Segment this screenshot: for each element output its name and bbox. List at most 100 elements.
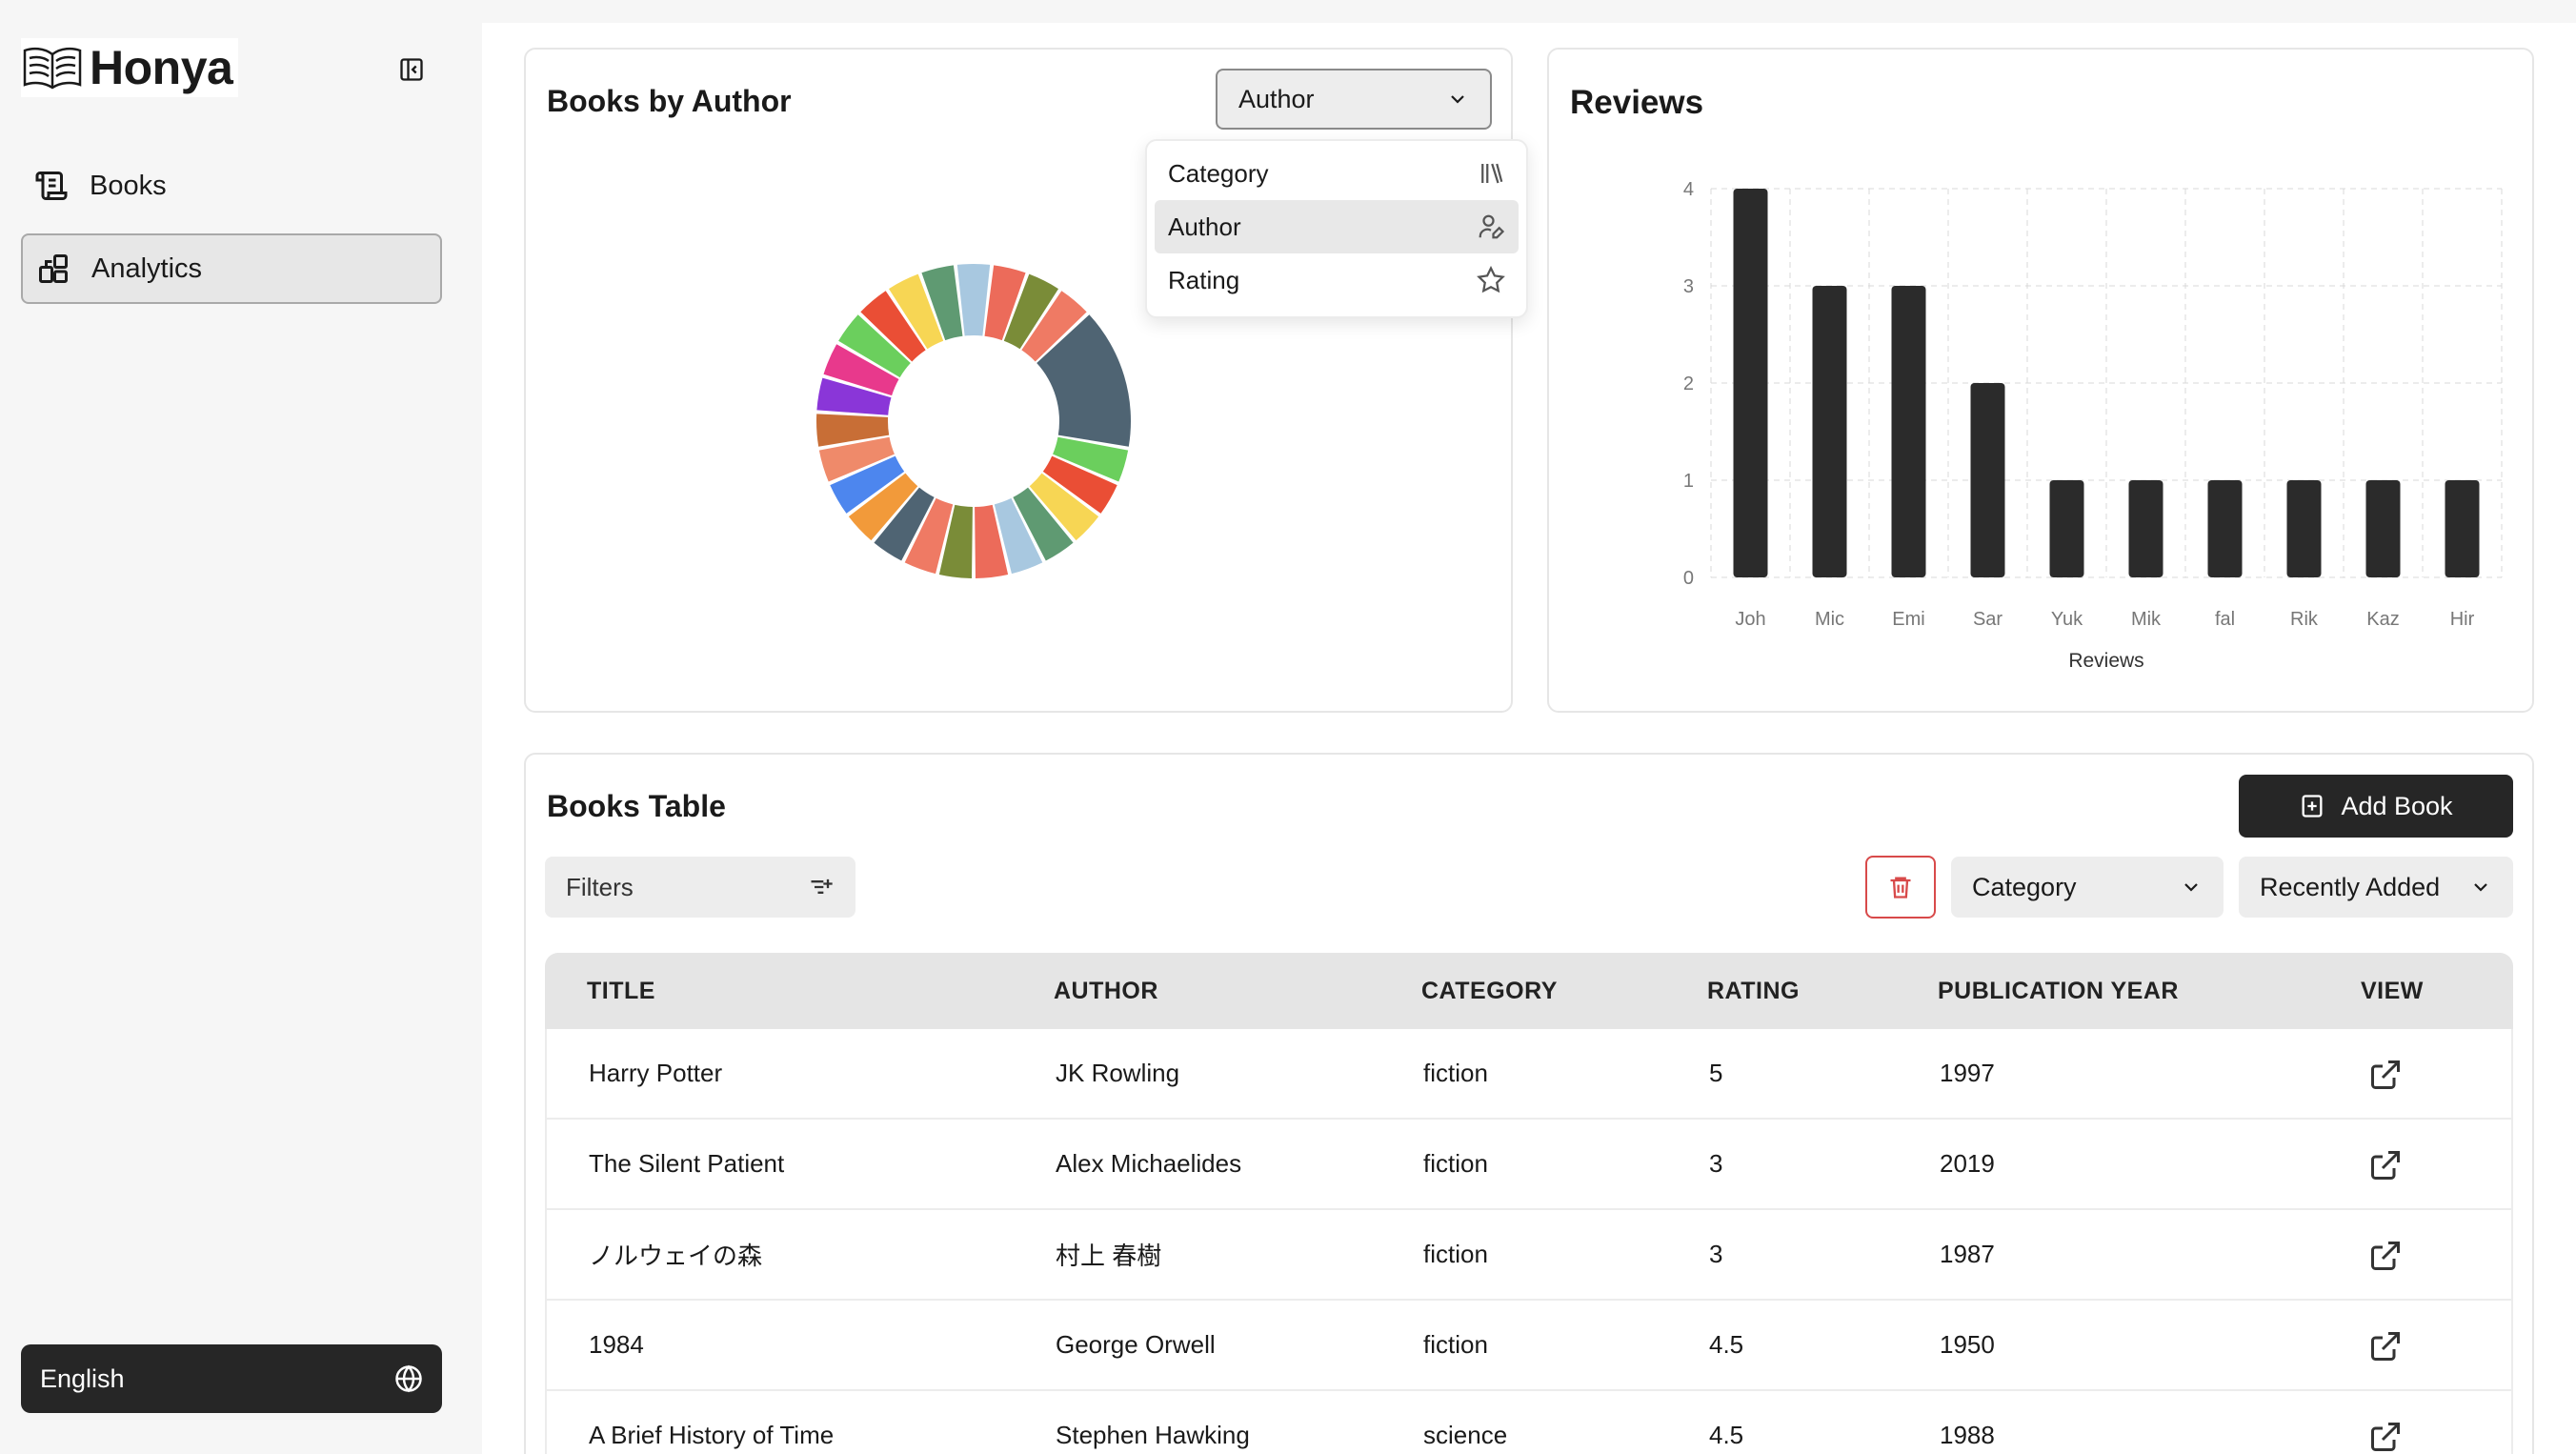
x-tick-label: Joh [1735, 609, 1765, 630]
delete-button[interactable] [1865, 856, 1936, 919]
select-value: Author [1238, 84, 1315, 113]
star-icon [1477, 266, 1505, 293]
cell-category: fiction [1423, 1240, 1488, 1268]
filters-label: Filters [566, 872, 634, 901]
cell-rating: 4.5 [1709, 1330, 1744, 1359]
filter-plus-icon [811, 878, 833, 894]
y-tick-label: 1 [1683, 471, 1694, 492]
trash-icon [1890, 877, 1911, 899]
cell-publication-year: 1997 [1940, 1059, 1995, 1087]
x-tick-label: Yuk [2051, 609, 2083, 630]
cell-category: fiction [1423, 1330, 1488, 1359]
user-pen-icon [1479, 214, 1505, 239]
sidebar-collapse-button[interactable] [395, 53, 428, 86]
bar[interactable] [2365, 480, 2401, 577]
cell-title: Harry Potter [589, 1059, 723, 1087]
donut-slice[interactable] [956, 264, 991, 336]
books-scroll-icon [35, 172, 68, 200]
sort-select[interactable]: Recently Added [2239, 857, 2513, 918]
option-label: Category [1168, 158, 1269, 188]
dropdown-option-category[interactable]: Category [1155, 147, 1519, 200]
external-link-icon[interactable] [2368, 1239, 2403, 1273]
table-row[interactable]: A Brief History of Time Stephen Hawking sc… [545, 1391, 2513, 1454]
cell-publication-year: 2019 [1940, 1149, 1995, 1178]
x-tick-label: Mic [1815, 609, 1844, 630]
bar[interactable] [2445, 480, 2480, 577]
column-header-rating[interactable]: RATING [1707, 978, 1800, 1005]
column-header-author[interactable]: AUTHOR [1054, 978, 1158, 1005]
option-label: Rating [1168, 265, 1240, 294]
cell-rating: 4.5 [1709, 1421, 1744, 1449]
table-row[interactable]: ノルウェイの森 村上 春樹 fiction 3 1987 [545, 1210, 2513, 1301]
chevron-down-icon [2474, 883, 2487, 892]
category-filter-select[interactable]: Category [1951, 857, 2224, 918]
language-label: English [40, 1363, 125, 1393]
add-book-label: Add Book [2341, 791, 2453, 820]
language-select[interactable]: English [21, 1344, 442, 1413]
cell-rating: 3 [1709, 1149, 1723, 1178]
external-link-icon[interactable] [2368, 1420, 2403, 1454]
open-book-icon [23, 47, 82, 90]
external-link-icon[interactable] [2368, 1148, 2403, 1182]
chevron-down-icon [1451, 95, 1464, 104]
external-link-icon[interactable] [2368, 1329, 2403, 1363]
cell-author: Alex Michaelides [1056, 1149, 1242, 1178]
cell-category: science [1423, 1421, 1508, 1449]
x-tick-label: fal [2215, 609, 2235, 630]
bar[interactable] [2207, 480, 2243, 577]
donut-chart [816, 264, 1131, 578]
x-tick-label: Sar [1973, 609, 2002, 630]
bar[interactable] [2286, 480, 2322, 577]
x-axis-title: Reviews [2068, 650, 2143, 672]
table-row[interactable]: 1984 George Orwell fiction 4.5 1950 [545, 1301, 2513, 1391]
column-header-category[interactable]: CATEGORY [1421, 978, 1558, 1005]
select-value: Recently Added [2260, 872, 2441, 901]
dropdown-option-rating[interactable]: Rating [1155, 253, 1519, 307]
sidebar-item-label: Analytics [91, 252, 203, 284]
table-row[interactable]: Harry Potter JK Rowling fiction 5 1997 [545, 1029, 2513, 1120]
card-title: Books by Author [547, 84, 792, 118]
app-logo[interactable]: Honya [21, 38, 239, 97]
globe-icon [395, 1364, 422, 1393]
bar[interactable] [1812, 286, 1847, 577]
books-table: TITLE AUTHOR CATEGORY RATING PUBLICATION… [545, 953, 2513, 1454]
bar[interactable] [1733, 189, 1768, 577]
group-by-dropdown: Category Author Rating [1145, 139, 1528, 318]
table-row[interactable]: The Silent Patient Alex Michaelides fictio… [545, 1120, 2513, 1210]
x-tick-label: Kaz [2366, 609, 2399, 630]
bar[interactable] [2049, 480, 2084, 577]
cell-publication-year: 1988 [1940, 1421, 1995, 1449]
y-tick-label: 2 [1683, 374, 1694, 394]
column-header-title[interactable]: TITLE [587, 978, 655, 1005]
cell-publication-year: 1950 [1940, 1330, 1995, 1359]
select-value: Category [1972, 872, 2077, 901]
cell-category: fiction [1423, 1149, 1488, 1178]
cell-author: Stephen Hawking [1056, 1421, 1250, 1449]
dropdown-option-author[interactable]: Author [1155, 200, 1519, 253]
filters-button[interactable]: Filters [545, 857, 855, 918]
bar[interactable] [1891, 286, 1926, 577]
add-book-button[interactable]: Add Book [2239, 775, 2513, 838]
group-by-select[interactable]: Author [1216, 69, 1492, 130]
top-strip [482, 0, 2576, 23]
external-link-icon[interactable] [2368, 1058, 2403, 1092]
sidebar-item-books[interactable]: Books [21, 151, 442, 221]
sidebar-item-analytics[interactable]: Analytics [21, 233, 442, 304]
cell-title: The Silent Patient [589, 1149, 785, 1178]
cell-category: fiction [1423, 1059, 1488, 1087]
cell-rating: 3 [1709, 1240, 1723, 1268]
column-header-view: VIEW [2361, 977, 2424, 1004]
x-tick-label: Rik [2290, 609, 2319, 630]
y-tick-label: 4 [1683, 179, 1694, 200]
table-header: TITLE AUTHOR CATEGORY RATING PUBLICATION… [545, 953, 2513, 1029]
panel-left-close-icon [400, 58, 423, 81]
bar[interactable] [2128, 480, 2163, 577]
cell-publication-year: 1987 [1940, 1240, 1995, 1268]
x-tick-label: Emi [1892, 609, 1924, 630]
app-name: Honya [90, 41, 233, 94]
y-tick-label: 3 [1683, 276, 1694, 297]
column-header-publication-year[interactable]: PUBLICATION YEAR [1938, 978, 2179, 1005]
card-title: Books Table [547, 789, 726, 823]
x-tick-label: Hir [2450, 609, 2475, 630]
bar[interactable] [1970, 383, 2005, 577]
